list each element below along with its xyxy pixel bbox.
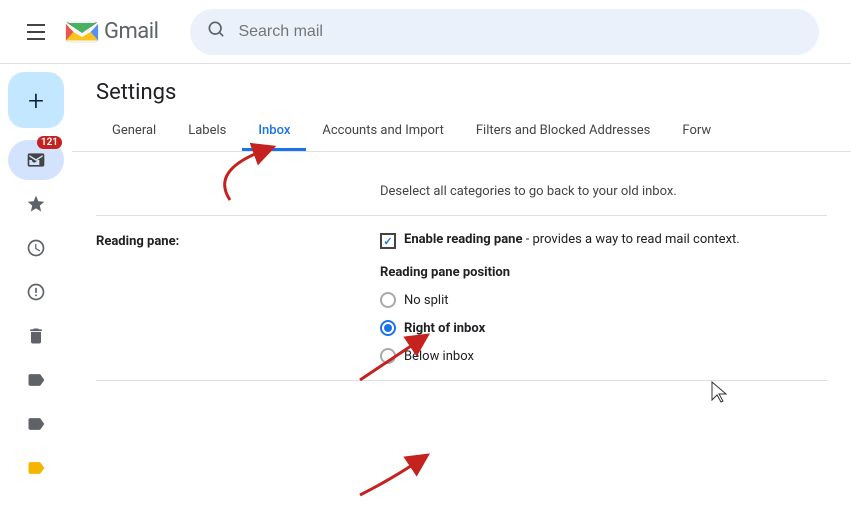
reading-pane-row: Reading pane: Enable reading pane - prov… (96, 216, 827, 381)
enable-reading-pane-row: Enable reading pane - provides a way to … (380, 232, 827, 249)
settings-body: Deselect all categories to go back to yo… (72, 152, 851, 517)
sidebar-item-important[interactable] (8, 272, 64, 312)
hamburger-icon (27, 24, 45, 40)
no-split-radio[interactable] (380, 292, 396, 308)
inbox-badge: 121 (37, 136, 62, 149)
tab-general[interactable]: General (96, 113, 172, 151)
search-icon (206, 19, 226, 44)
categories-row: Deselect all categories to go back to yo… (96, 168, 827, 216)
reading-pane-options: Enable reading pane - provides a way to … (380, 232, 827, 364)
enable-reading-pane-checkbox[interactable] (380, 233, 396, 249)
main-layout: + 121 (0, 64, 851, 517)
gmail-logo: Gmail (64, 14, 158, 50)
categories-label (96, 184, 356, 199)
compose-plus-icon: + (28, 84, 44, 117)
enable-reading-pane-label: Enable reading pane - provides a way to … (404, 232, 740, 247)
settings-tabs: General Labels Inbox Accounts and Import… (72, 113, 851, 152)
header: Gmail (0, 0, 851, 64)
gmail-m-icon (64, 14, 100, 50)
sidebar-item-snoozed[interactable] (8, 228, 64, 268)
tab-inbox[interactable]: Inbox (242, 113, 306, 151)
tab-labels[interactable]: Labels (172, 113, 242, 151)
sidebar: + 121 (0, 64, 72, 517)
sidebar-item-label3[interactable] (8, 448, 64, 488)
tab-filters[interactable]: Filters and Blocked Addresses (460, 113, 667, 151)
sidebar-item-label2[interactable] (8, 404, 64, 444)
deselect-text: Deselect all categories to go back to yo… (380, 184, 677, 199)
right-of-inbox-option[interactable]: Right of inbox (380, 320, 827, 336)
sidebar-item-trash[interactable] (8, 316, 64, 356)
reading-pane-label: Reading pane: (96, 232, 356, 364)
page-title: Settings (72, 64, 851, 113)
enable-reading-pane-rest: - provides a way to read mail context. (522, 232, 739, 247)
settings-content: Settings General Labels Inbox Accounts a… (72, 64, 851, 517)
gmail-text: Gmail (104, 19, 158, 44)
reading-pane-position-title: Reading pane position (380, 265, 827, 280)
tab-forwarding[interactable]: Forw (666, 113, 727, 151)
right-of-inbox-radio[interactable] (380, 320, 396, 336)
tab-accounts[interactable]: Accounts and Import (306, 113, 459, 151)
enable-reading-pane-bold: Enable reading pane (404, 232, 522, 247)
sidebar-item-inbox[interactable]: 121 (8, 140, 64, 180)
below-inbox-label: Below inbox (404, 349, 474, 364)
no-split-option[interactable]: No split (380, 292, 827, 308)
sidebar-item-starred[interactable] (8, 184, 64, 224)
below-inbox-option[interactable]: Below inbox (380, 348, 827, 364)
no-split-label: No split (404, 293, 449, 308)
menu-button[interactable] (16, 12, 56, 52)
below-inbox-radio[interactable] (380, 348, 396, 364)
categories-value: Deselect all categories to go back to yo… (380, 184, 827, 199)
search-bar[interactable] (190, 9, 819, 55)
sidebar-inbox-wrap: 121 (8, 140, 64, 180)
compose-button[interactable]: + (8, 72, 64, 128)
sidebar-item-label1[interactable] (8, 360, 64, 400)
right-of-inbox-label: Right of inbox (404, 321, 485, 336)
search-input[interactable] (238, 23, 803, 41)
